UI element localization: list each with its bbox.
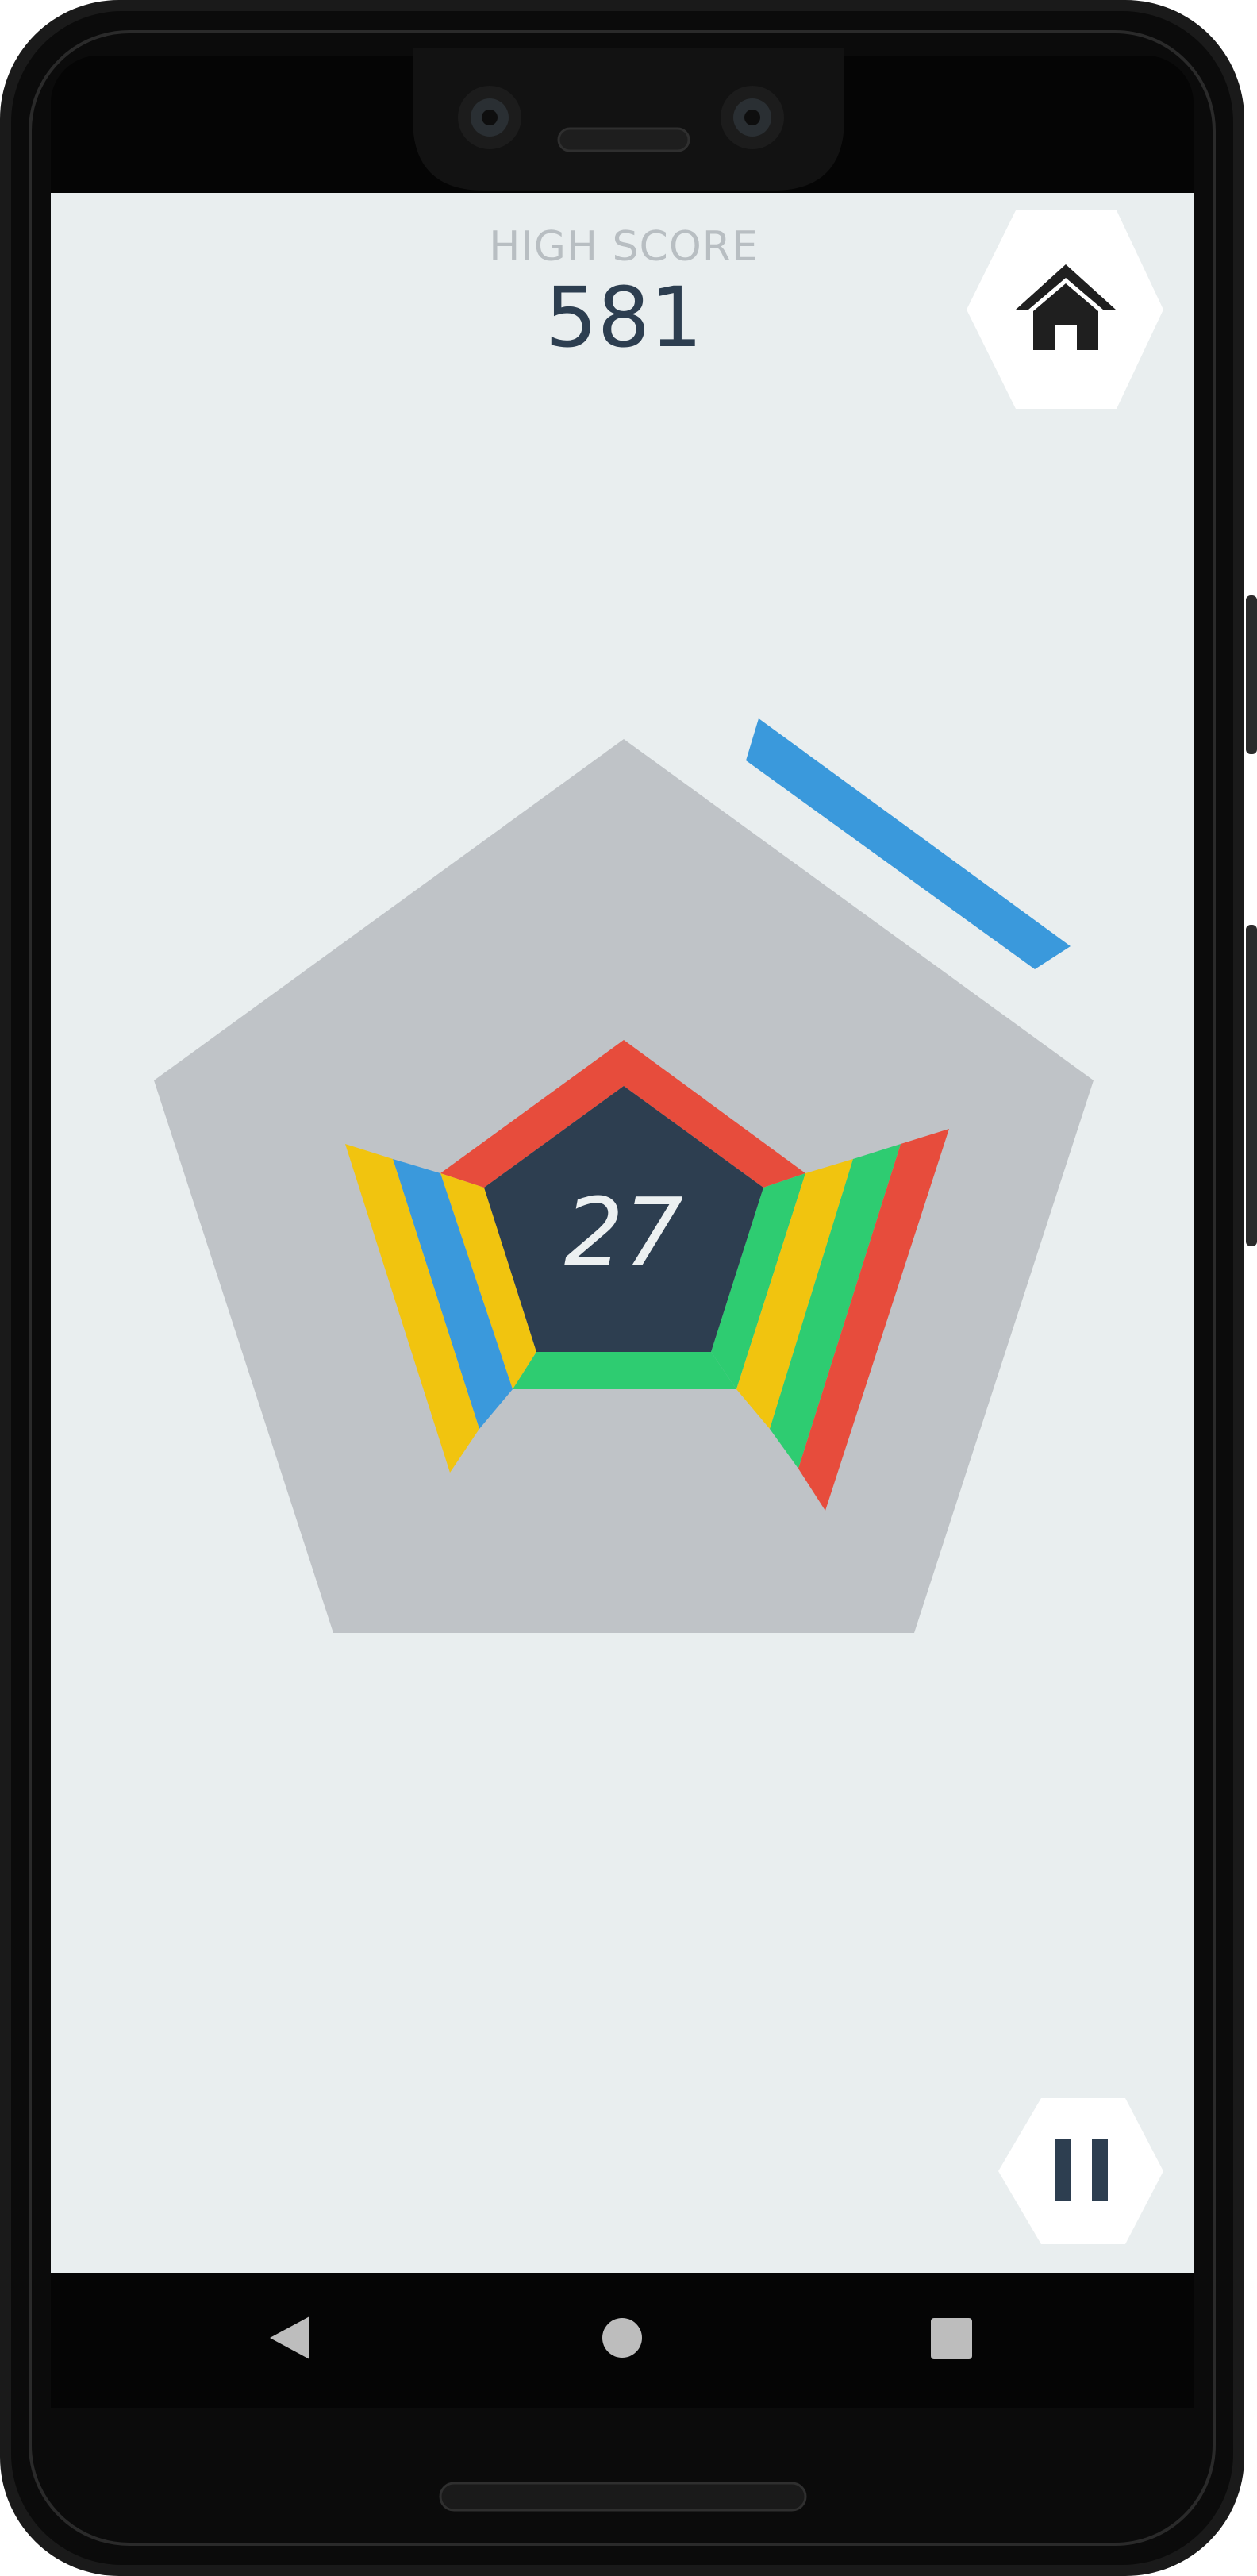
front-camera-left bbox=[458, 86, 521, 149]
high-score-value: 581 bbox=[544, 269, 703, 366]
game-playfield[interactable] bbox=[154, 739, 1094, 1633]
home-button[interactable] bbox=[967, 210, 1163, 409]
pause-button[interactable] bbox=[998, 2098, 1163, 2244]
nav-recents-button[interactable] bbox=[916, 2302, 987, 2374]
earpiece-speaker bbox=[557, 127, 690, 152]
front-camera-right bbox=[721, 86, 784, 149]
bottom-speaker bbox=[439, 2482, 807, 2512]
nav-back-button[interactable] bbox=[254, 2302, 325, 2374]
high-score-label: HIGH SCORE bbox=[489, 223, 759, 271]
device-mockup: HIGH SCORE 581 27 bbox=[0, 0, 1257, 2576]
nav-home-button[interactable] bbox=[586, 2302, 658, 2374]
side-button-bottom bbox=[1246, 925, 1257, 1246]
side-button-top bbox=[1246, 595, 1257, 754]
